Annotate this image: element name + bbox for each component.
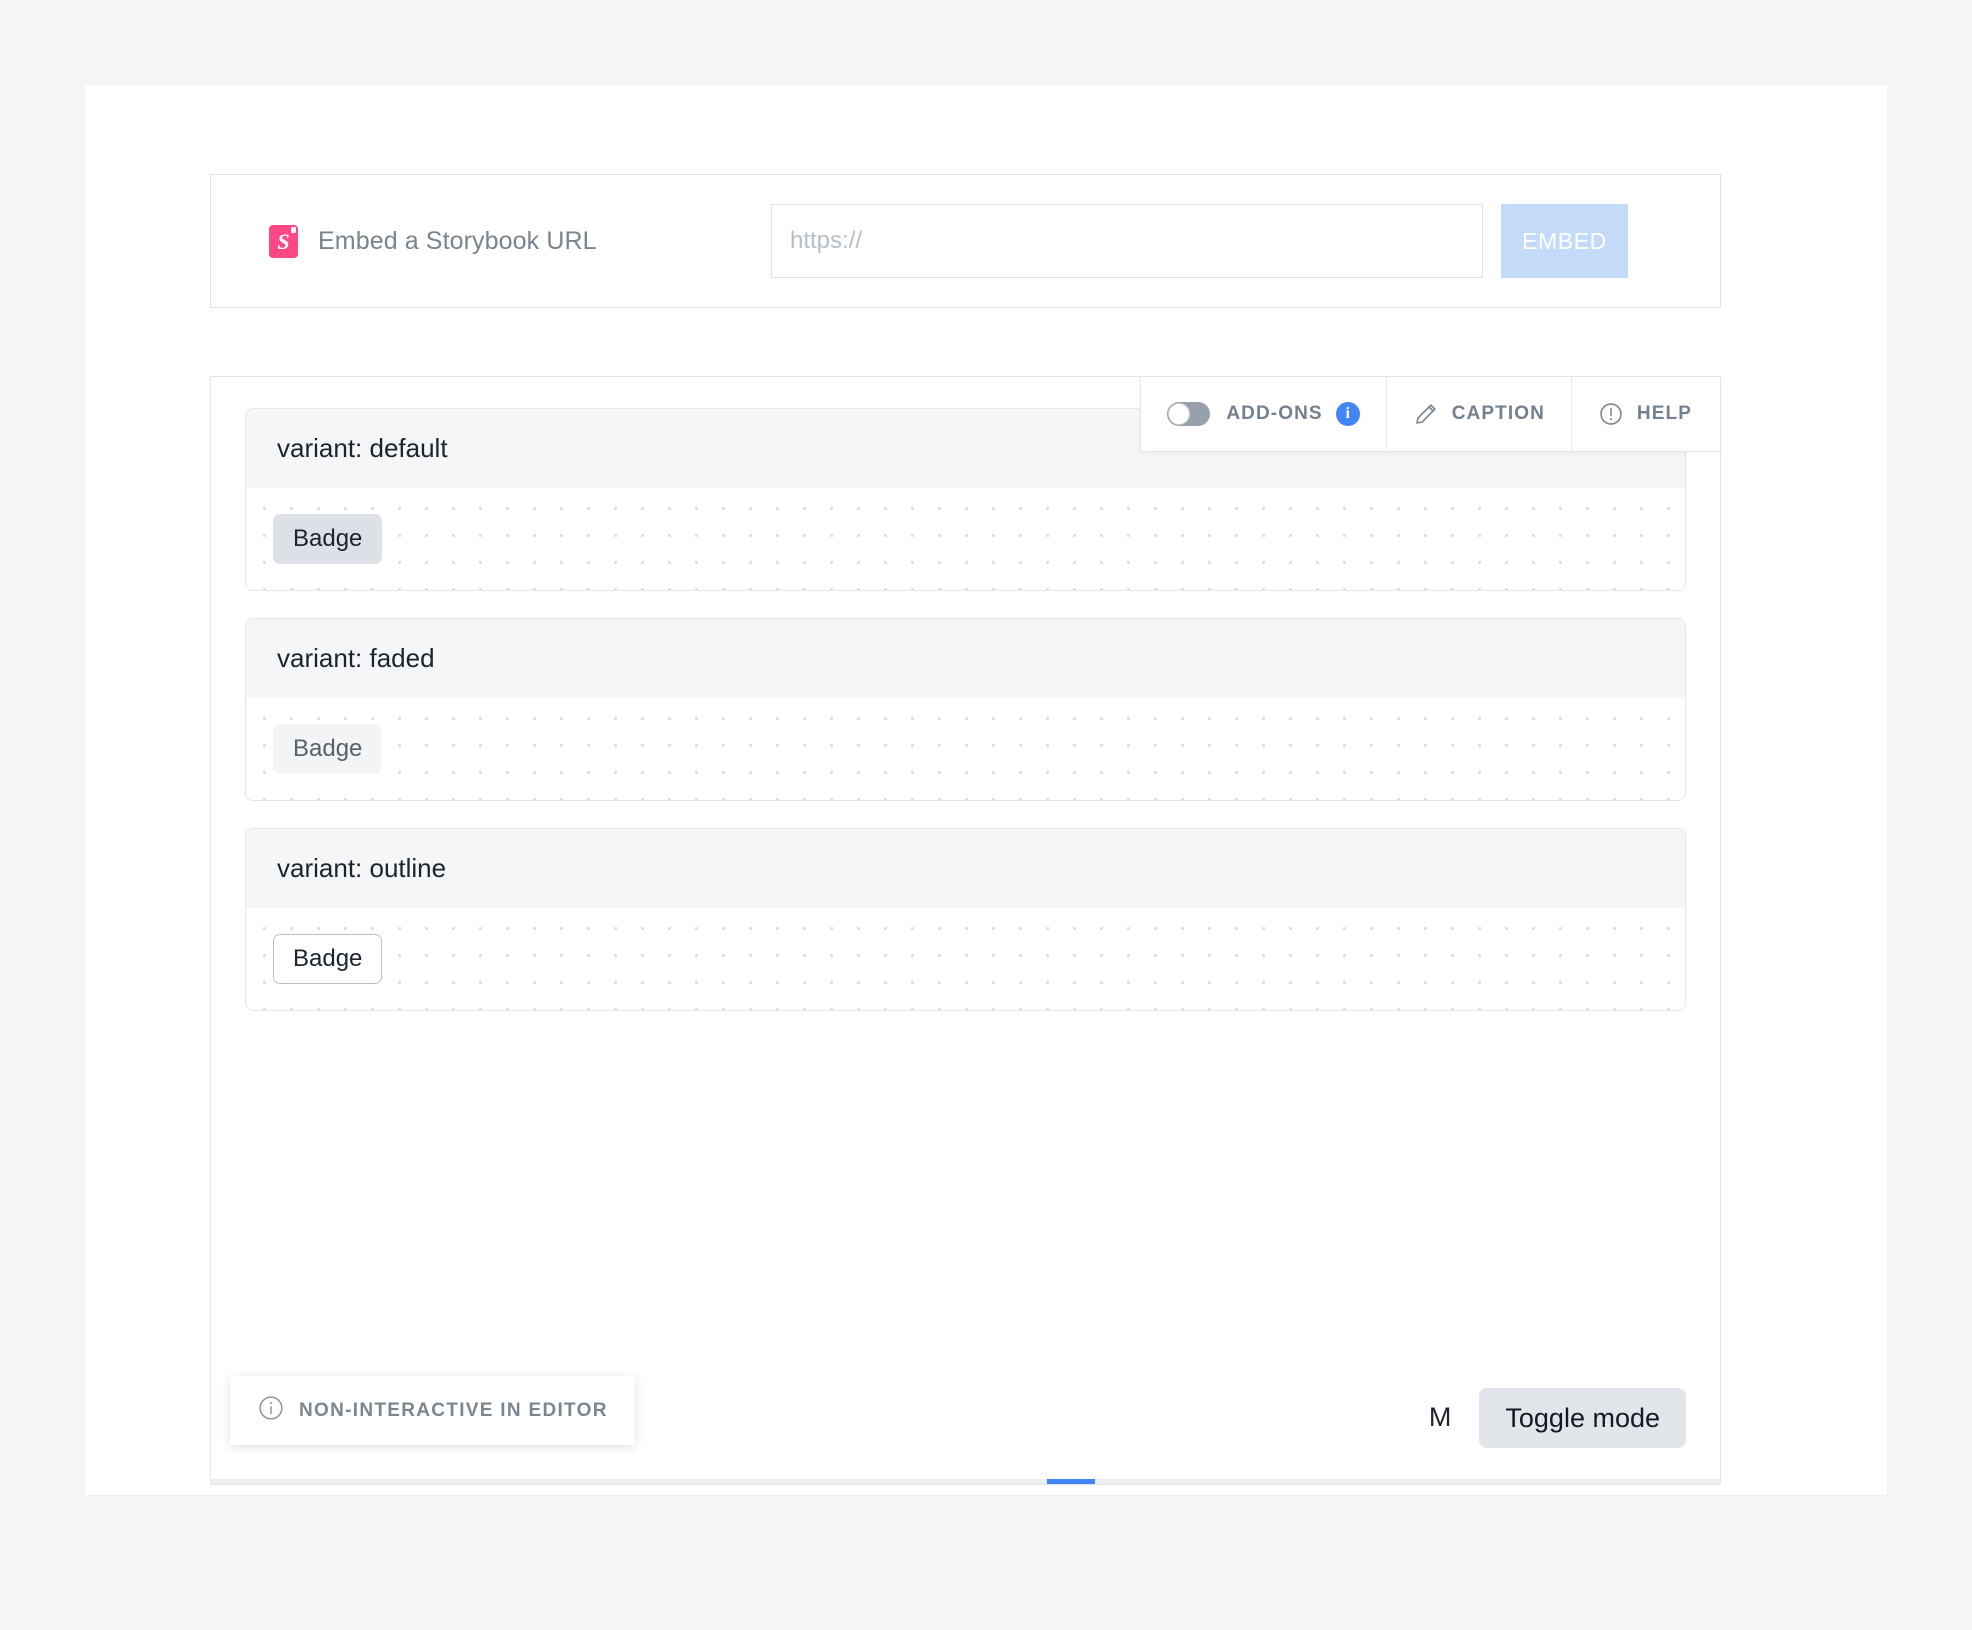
variant-title: variant: outline: [246, 829, 1685, 908]
info-circle-icon[interactable]: i: [1335, 402, 1360, 426]
badge-default: Badge: [273, 514, 383, 564]
toolbar-addons-group[interactable]: ADD-ONS i: [1141, 377, 1387, 451]
embed-bar-label: Embed a Storybook URL: [318, 226, 597, 255]
embed-storybook-bar: S Embed a Storybook URL EMBED: [210, 174, 1721, 308]
page-card: S Embed a Storybook URL EMBED ADD-ONS i: [85, 85, 1887, 1495]
pencil-icon: [1413, 401, 1439, 427]
variant-list: variant: default Badge variant: faded Ba…: [245, 408, 1686, 1038]
preview-toolbar: ADD-ONS i CAPTION HELP: [1140, 376, 1721, 452]
preview-progress-fill: [1046, 1479, 1096, 1484]
variant-title: variant: faded: [246, 619, 1685, 698]
mode-letter: M: [1428, 1402, 1452, 1433]
variant-preview-canvas: Badge: [246, 908, 1685, 1010]
toolbar-caption-button[interactable]: CAPTION: [1387, 377, 1572, 451]
badge-faded: Badge: [273, 724, 383, 774]
embed-bar-left: S Embed a Storybook URL: [211, 224, 771, 258]
variant-card: variant: outline Badge: [245, 828, 1686, 1011]
addons-label: ADD-ONS: [1226, 403, 1323, 424]
storybook-url-input[interactable]: [771, 204, 1483, 278]
variant-preview-canvas: Badge: [246, 698, 1685, 800]
toggle-mode-button[interactable]: Toggle mode: [1479, 1387, 1686, 1448]
addons-toggle-switch[interactable]: [1167, 402, 1211, 426]
non-interactive-label: NON-INTERACTIVE IN EDITOR: [299, 1399, 608, 1421]
toolbar-help-button[interactable]: HELP: [1572, 377, 1720, 451]
preview-footer-actions: M Toggle mode: [1428, 1387, 1686, 1448]
preview-progress-track[interactable]: [211, 1479, 1720, 1484]
variant-preview-canvas: Badge: [246, 488, 1685, 590]
exclamation-circle-icon: [1598, 401, 1624, 427]
story-preview-container: ADD-ONS i CAPTION HELP variant: default …: [210, 376, 1721, 1485]
variant-card: variant: faded Badge: [245, 618, 1686, 801]
info-circle-outline-icon: [257, 1394, 285, 1427]
help-label: HELP: [1636, 403, 1692, 424]
embed-button[interactable]: EMBED: [1501, 204, 1628, 278]
badge-outline: Badge: [273, 934, 383, 984]
non-interactive-notice: NON-INTERACTIVE IN EDITOR: [230, 1376, 635, 1445]
storybook-logo-icon: S: [269, 224, 298, 258]
caption-label: CAPTION: [1451, 403, 1545, 424]
